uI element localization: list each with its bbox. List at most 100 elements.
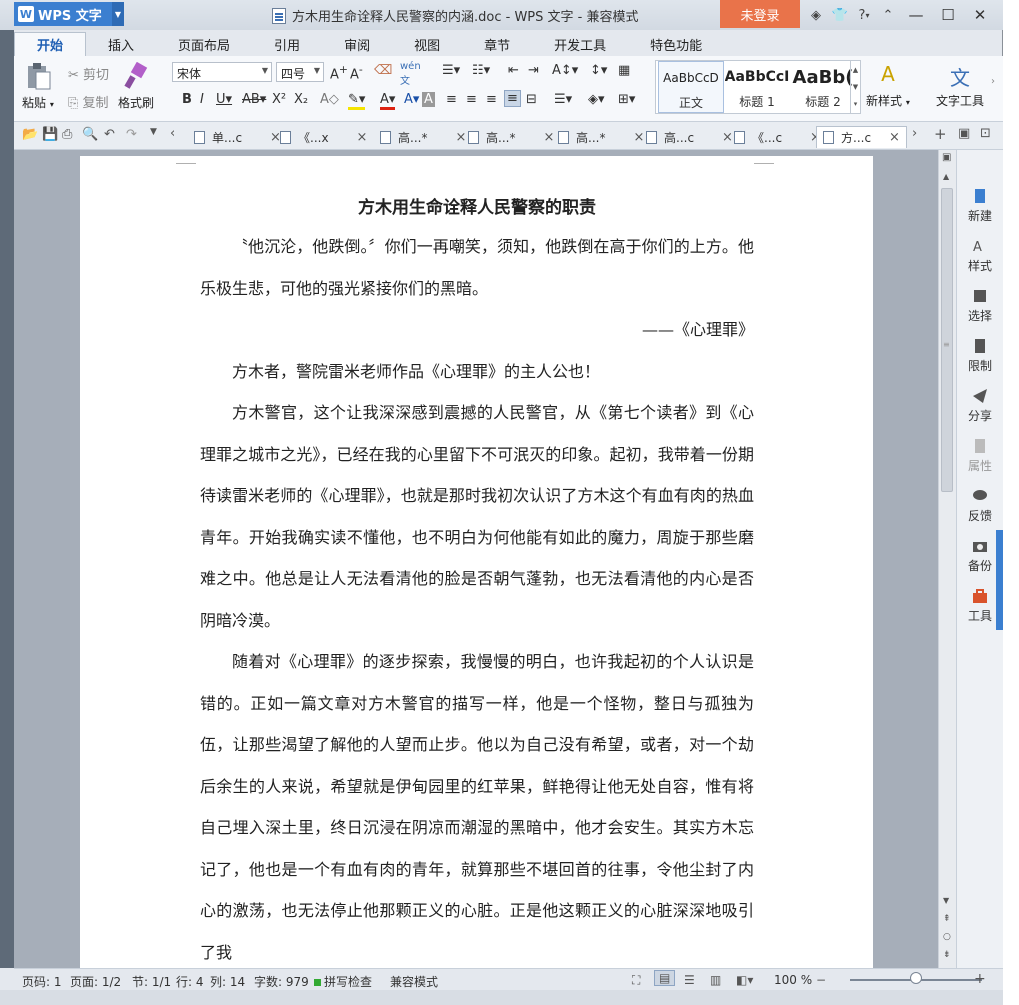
italic-icon[interactable]: I (200, 92, 204, 107)
text-tools-button[interactable]: 文 文字工具 (936, 62, 984, 109)
new-tab-icon[interactable]: + (934, 125, 947, 143)
tab-view[interactable]: 视图 (392, 32, 462, 56)
close-tab-icon[interactable]: × (633, 130, 644, 145)
next-page-icon[interactable]: ⇟ (943, 950, 951, 960)
close-tab-icon[interactable]: × (889, 130, 900, 145)
char-border-icon[interactable]: A (422, 92, 435, 107)
ribbon-scroll-right-icon[interactable]: › (991, 76, 995, 87)
format-painter-button[interactable]: 格式刷 (118, 62, 154, 111)
justify-icon[interactable]: ≡ (504, 90, 521, 107)
number-list-icon[interactable]: ☷▾ (472, 63, 490, 78)
side-feedback-button[interactable]: 反馈 (957, 488, 1003, 524)
side-share-button[interactable]: 分享 (957, 388, 1003, 424)
doc-tab[interactable]: 高...* × (558, 126, 644, 148)
zoom-value[interactable]: 100 % (774, 973, 812, 987)
open-icon[interactable]: 📂 (22, 127, 38, 142)
web-view-icon[interactable]: ▥ (710, 973, 721, 987)
document-body[interactable]: 方木用生命诠释人民警察的职责 〝他沉沦，他跌倒。〞你们一再嘲笑，须知，他跌倒在高… (200, 190, 754, 973)
zoom-in-icon[interactable]: + (974, 971, 986, 987)
status-word-count[interactable]: 字数: 979 (254, 973, 309, 990)
align-left-icon[interactable]: ≡ (446, 92, 457, 107)
side-properties-button[interactable]: 属性 (957, 438, 1003, 474)
login-button[interactable]: 未登录 (720, 0, 800, 28)
line-spacing-icon[interactable]: ☰▾ (554, 92, 572, 107)
print-icon[interactable]: ⎙ (62, 127, 72, 142)
doc-tab[interactable]: 单...c × (194, 126, 281, 148)
cut-button[interactable]: ✂ 剪切 (68, 64, 109, 83)
undo-icon[interactable]: ↶ (104, 127, 115, 142)
shading-icon[interactable]: ◈▾ (588, 92, 605, 107)
side-restrict-button[interactable]: 限制 (957, 338, 1003, 374)
side-style-button[interactable]: A 样式 (957, 238, 1003, 274)
new-style-button[interactable]: A 新样式 ▾ (866, 62, 910, 109)
shrink-font-icon[interactable]: A- (350, 63, 363, 82)
align-center-icon[interactable]: ≡ (466, 92, 477, 107)
focus-mode-icon[interactable]: ⛶ (632, 973, 640, 988)
close-tab-icon[interactable]: × (455, 130, 466, 145)
doc-tab[interactable]: 《...x × (280, 126, 367, 148)
minimize-button[interactable]: — (900, 4, 932, 26)
style-heading-1[interactable]: AaBbCcI 标题 1 (724, 61, 790, 113)
style-gallery-scroll[interactable]: ▲ ▼ ▾ (850, 61, 860, 113)
tab-list-icon[interactable]: ▣ (958, 126, 970, 141)
scroll-up-icon[interactable]: ▲ (943, 172, 949, 181)
tab-special[interactable]: 特色功能 (628, 32, 724, 56)
scroll-down-icon[interactable]: ▼ (943, 896, 949, 905)
font-case-icon[interactable]: A↕▾ (552, 63, 578, 78)
reading-view-icon[interactable]: ◧▾ (736, 973, 753, 987)
grow-font-icon[interactable]: A+ (330, 63, 348, 82)
wps-menu-button[interactable]: W WPS 文字 ▼ (14, 2, 124, 26)
text-effect-icon[interactable]: A◇ (320, 92, 339, 107)
zoom-out-icon[interactable]: − (816, 973, 826, 987)
split-icon[interactable]: ▣ (942, 152, 951, 163)
font-color-icon[interactable]: A▾ (380, 92, 396, 110)
pinyin-icon[interactable]: wén 文 (400, 61, 421, 87)
tab-menu-icon[interactable]: ⊡ (980, 126, 991, 141)
close-tab-icon[interactable]: × (357, 130, 368, 145)
save-icon[interactable]: 💾 (42, 127, 58, 142)
vertical-scrollbar[interactable]: ▣ ▲ ≡ ▼ ⇞ ○ ⇟ (938, 150, 956, 968)
paste-button[interactable]: 粘贴 ▾ (22, 62, 54, 111)
status-spell-check[interactable]: 拼写检查 (314, 973, 372, 990)
doc-tab[interactable]: 《...c× (734, 126, 821, 148)
tab-home[interactable]: 开始 (14, 32, 87, 56)
doc-tab[interactable]: 高...c × (646, 126, 733, 148)
print-preview-icon[interactable]: 🔍 (82, 127, 98, 142)
collapse-ribbon-icon[interactable]: ⌃ (876, 4, 900, 26)
panel-toggle-tab[interactable] (996, 530, 1003, 630)
doc-tab[interactable]: 高...* × (468, 126, 554, 148)
browse-object-icon[interactable]: ○ (943, 932, 951, 942)
close-tab-icon[interactable]: × (543, 130, 554, 145)
doc-tab-active[interactable]: 方...c × (816, 126, 907, 148)
chevron-down-icon[interactable]: ▼ (112, 2, 124, 26)
side-select-button[interactable]: 选择 (957, 288, 1003, 324)
bullet-list-icon[interactable]: ☰▾ (442, 63, 460, 78)
tab-insert[interactable]: 插入 (86, 32, 156, 56)
increase-indent-icon[interactable]: ⇥ (528, 63, 539, 78)
tab-review[interactable]: 审阅 (322, 32, 392, 56)
maximize-button[interactable]: ☐ (932, 4, 964, 26)
doc-tab[interactable]: 高...* × (380, 126, 466, 148)
align-right-icon[interactable]: ≡ (486, 92, 497, 107)
prev-page-icon[interactable]: ⇞ (943, 914, 951, 924)
bold-icon[interactable]: B (182, 92, 192, 107)
highlight-icon[interactable]: ✎▾ (348, 92, 366, 110)
superscript-icon[interactable]: X² (272, 92, 286, 107)
font-size-select[interactable]: 四号 ▼ (276, 62, 324, 82)
strikethrough-icon[interactable]: AB▾ (242, 92, 266, 107)
tab-scroll-right-icon[interactable]: › (912, 126, 917, 141)
skin-icon[interactable]: ◈ (804, 4, 828, 26)
outline-view-icon[interactable]: ☰ (684, 973, 695, 987)
style-heading-2[interactable]: AaBb( 标题 2 (790, 61, 856, 113)
quick-access-dropdown-icon[interactable]: ▼ (150, 127, 157, 137)
subscript-icon[interactable]: X₂ (294, 92, 308, 107)
side-new-button[interactable]: 新建 (957, 188, 1003, 224)
tab-chapter[interactable]: 章节 (462, 32, 532, 56)
table-icon[interactable]: ▦ (618, 63, 630, 78)
redo-icon[interactable]: ↷ (126, 127, 137, 142)
sort-icon[interactable]: ↕▾ (590, 63, 607, 78)
copy-button[interactable]: ⎘ 复制 (68, 92, 109, 111)
font-family-select[interactable]: 宋体 ▼ (172, 62, 272, 82)
underline-icon[interactable]: U▾ (216, 92, 232, 107)
close-button[interactable]: ✕ (964, 4, 996, 26)
